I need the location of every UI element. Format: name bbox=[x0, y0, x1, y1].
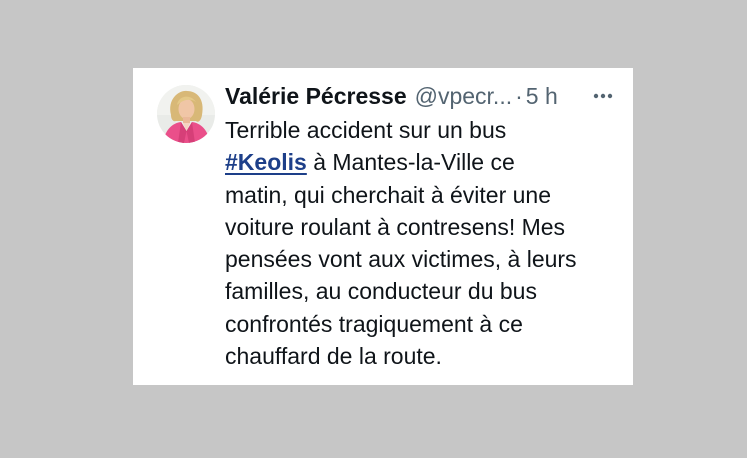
tweet-text-line: Terrible accident sur un bus bbox=[225, 117, 507, 143]
tweet-text-line: chauffard de la route. bbox=[225, 343, 442, 370]
tweet-card[interactable]: Valérie Pécresse @vpecr... · 5 h Terribl… bbox=[133, 68, 633, 385]
tweet-text-line: confrontés tragiquement à ce bbox=[225, 310, 523, 337]
tweet-text-line: pensées vont aux victimes, à leurs bbox=[225, 246, 577, 273]
tweet-text: Terrible accident sur un bus #Keolis à M… bbox=[225, 114, 620, 372]
author-handle[interactable]: @vpecr... bbox=[415, 81, 513, 111]
tweet-text-line: familles, au conducteur du bus bbox=[225, 278, 537, 305]
hashtag-link[interactable]: #Keolis bbox=[225, 149, 307, 175]
profile-photo bbox=[157, 85, 215, 143]
tweet-header: Valérie Pécresse @vpecr... · 5 h bbox=[225, 81, 558, 111]
tweet-text-line: #Keolis à Mantes-la-Ville ce bbox=[225, 149, 515, 176]
more-dots-icon bbox=[593, 93, 613, 99]
avatar[interactable] bbox=[157, 85, 215, 143]
tweet-timestamp[interactable]: 5 h bbox=[526, 81, 558, 111]
header-separator: · bbox=[515, 83, 523, 109]
tweet-text-line: voiture roulant à contresens! Mes bbox=[225, 213, 566, 240]
more-options-button[interactable] bbox=[588, 83, 618, 109]
author-name[interactable]: Valérie Pécresse bbox=[225, 81, 407, 111]
tweet-text-line: matin, qui cherchait à éviter une bbox=[225, 181, 552, 208]
